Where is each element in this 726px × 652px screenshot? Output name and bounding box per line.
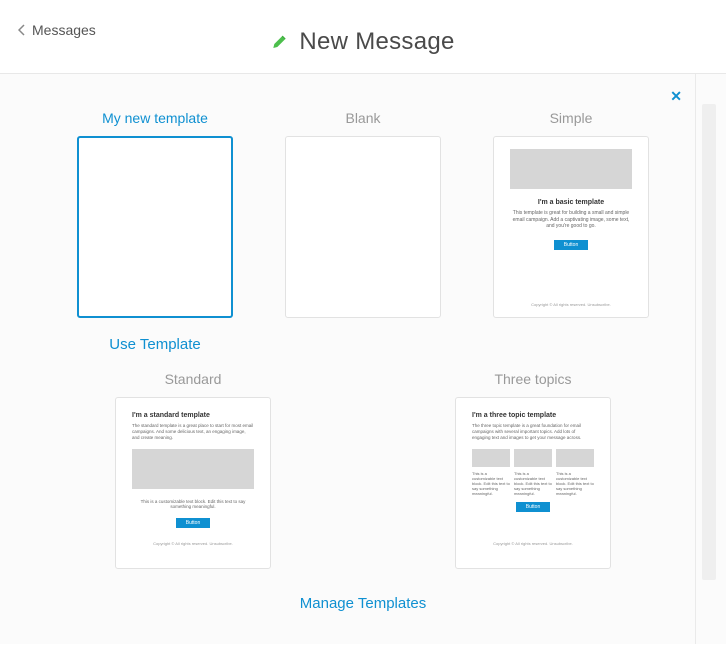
template-row-2: Standard I'm a standard template The sta… [0, 371, 726, 569]
template-tile-simple: Simple I'm a basic template This templat… [491, 110, 651, 353]
preview-col-text: This is a customizable text block. Edit … [556, 471, 594, 497]
template-label: Blank [345, 110, 380, 126]
preview-col-2: This is a customizable text block. Edit … [514, 449, 552, 497]
pencil-icon [271, 34, 287, 50]
template-preview-blank[interactable] [285, 136, 441, 318]
template-preview-simple[interactable]: I'm a basic template This template is gr… [493, 136, 649, 318]
page-title: New Message [299, 28, 454, 56]
preview-button: Button [554, 240, 588, 250]
scrollbar[interactable] [702, 104, 716, 580]
placeholder-image [514, 449, 552, 467]
preview-col-text: This is a customizable text block. Edit … [514, 471, 552, 497]
template-tile-standard: Standard I'm a standard template The sta… [113, 371, 273, 569]
preview-col-text: This is a customizable text block. Edit … [472, 471, 510, 497]
preview-button: Button [516, 502, 550, 512]
preview-button: Button [176, 518, 210, 528]
preview-footer: Copyright © All rights reserved. Unsubsc… [494, 302, 648, 307]
template-tile-three-topics: Three topics I'm a three topic template … [453, 371, 613, 569]
template-tile-my-new-template: My new template Use Template [75, 110, 235, 353]
preview-footer: Copyright © All rights reserved. Unsubsc… [456, 541, 610, 546]
chevron-left-icon [18, 24, 26, 36]
divider-line [695, 74, 696, 644]
close-icon[interactable]: ✕ [670, 88, 682, 105]
preview-body-1: The standard template is a great place t… [132, 423, 254, 441]
preview-heading: I'm a three topic template [472, 412, 594, 419]
placeholder-image [510, 149, 632, 189]
placeholder-image [472, 449, 510, 467]
use-template-button[interactable]: Use Template [109, 336, 200, 353]
template-preview-three-topics[interactable]: I'm a three topic template The three top… [455, 397, 611, 569]
preview-body-2: This is a customizable text block. Edit … [132, 499, 254, 511]
template-tile-blank: Blank [283, 110, 443, 353]
template-preview-my-new-template[interactable] [77, 136, 233, 318]
template-picker: ✕ My new template Use Template Blank Sim… [0, 74, 726, 630]
preview-heading: I'm a basic template [502, 199, 640, 206]
template-label: Simple [550, 110, 593, 126]
placeholder-image [556, 449, 594, 467]
preview-columns: This is a customizable text block. Edit … [472, 449, 594, 497]
back-label: Messages [32, 22, 96, 38]
preview-col-3: This is a customizable text block. Edit … [556, 449, 594, 497]
template-row-1: My new template Use Template Blank Simpl… [0, 110, 726, 353]
template-preview-standard[interactable]: I'm a standard template The standard tem… [115, 397, 271, 569]
template-label: My new template [102, 110, 208, 126]
back-button[interactable]: Messages [18, 22, 96, 38]
preview-heading: I'm a standard template [132, 412, 254, 419]
placeholder-image [132, 449, 254, 489]
template-label: Standard [165, 371, 222, 387]
preview-body: This template is great for building a sm… [502, 210, 640, 230]
preview-footer: Copyright © All rights reserved. Unsubsc… [116, 541, 270, 546]
template-label: Three topics [494, 371, 571, 387]
below-content-strip [0, 630, 726, 644]
header: Messages New Message [0, 0, 726, 74]
preview-body: The three topic template is a great foun… [472, 423, 594, 441]
manage-templates-link[interactable]: Manage Templates [300, 595, 426, 612]
preview-col-1: This is a customizable text block. Edit … [472, 449, 510, 497]
page-title-wrap: New Message [271, 28, 454, 56]
